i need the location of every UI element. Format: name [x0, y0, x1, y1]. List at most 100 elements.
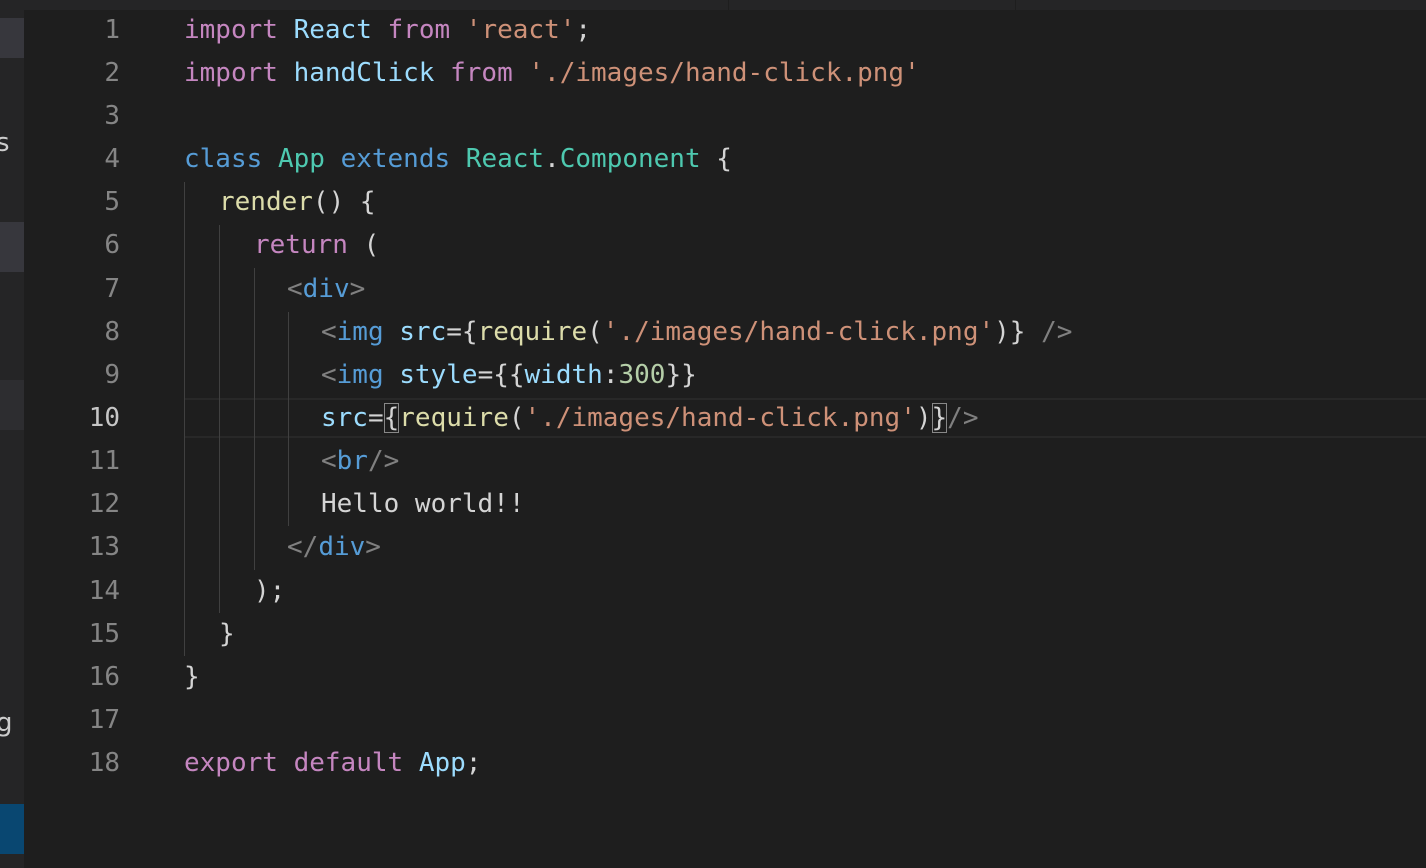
- token-function: require: [399, 403, 509, 433]
- token-punct: ={: [446, 317, 478, 347]
- token-number: 300: [618, 360, 666, 390]
- indent-guide: [219, 225, 220, 613]
- token-class-name: App: [277, 144, 325, 174]
- token-punct: ;: [575, 15, 592, 45]
- token-tag: img: [336, 317, 384, 347]
- token-class-name: React: [465, 144, 545, 174]
- token-keyword: return: [254, 230, 348, 260]
- token-punct: () {: [312, 187, 376, 217]
- token-string: './images/hand-click.png': [528, 58, 920, 88]
- line-number: 16: [88, 662, 120, 692]
- token-punct: }: [184, 662, 200, 692]
- token-angle: />: [367, 446, 400, 476]
- bracket-match-close: }: [931, 403, 948, 433]
- indent-guide: [254, 268, 255, 570]
- token-tag: img: [336, 360, 384, 390]
- token-identifier: React: [293, 15, 372, 45]
- line-number: 3: [104, 101, 120, 131]
- sidebar-item-active[interactable]: [0, 804, 24, 854]
- code-line-10[interactable]: src={require('./images/hand-click.png')}…: [321, 397, 978, 440]
- activity-sidebar: s g: [0, 0, 24, 868]
- token-punct: );: [254, 576, 286, 606]
- token-punct: )}: [994, 317, 1026, 347]
- token-attribute: src: [399, 317, 447, 347]
- token-punct: {: [700, 144, 732, 174]
- token-punct: (: [508, 403, 525, 433]
- line-number: 12: [88, 489, 120, 519]
- line-number-active: 10: [88, 403, 120, 433]
- token-string: 'react': [465, 15, 576, 45]
- line-number: 14: [88, 576, 120, 606]
- line-number: 6: [104, 230, 120, 260]
- token-keyword: from: [450, 58, 513, 88]
- line-number: 2: [104, 58, 120, 88]
- sidebar-label-fragment: s: [0, 128, 10, 158]
- code-line-8[interactable]: <img src={require('./images/hand-click.p…: [321, 311, 1072, 354]
- code-line-5[interactable]: render() {: [219, 181, 376, 224]
- line-number: 1: [104, 15, 120, 45]
- code-line-7[interactable]: <div>: [287, 268, 365, 311]
- code-line-2[interactable]: import handClick from './images/hand-cli…: [184, 52, 920, 95]
- line-number: 4: [104, 144, 120, 174]
- token-keyword: from: [387, 15, 451, 45]
- token-angle: <: [321, 360, 337, 390]
- token-punct: .: [544, 144, 560, 174]
- line-number: 15: [88, 619, 120, 649]
- sidebar-item-selected[interactable]: [0, 222, 24, 272]
- token-function: render: [219, 187, 313, 217]
- sidebar-item[interactable]: [0, 18, 24, 58]
- line-number: 13: [88, 532, 120, 562]
- token-keyword: extends: [340, 144, 451, 174]
- code-line-14[interactable]: );: [254, 570, 285, 613]
- code-line-9[interactable]: <img style={{width:300}}: [321, 354, 697, 397]
- token-attribute: src: [321, 403, 368, 433]
- token-punct: =: [367, 403, 384, 433]
- token-angle: >: [349, 274, 366, 304]
- token-angle: >: [365, 532, 381, 562]
- line-number: 9: [104, 360, 120, 390]
- code-line-18[interactable]: export default App;: [184, 742, 481, 785]
- code-line-12[interactable]: Hello world!!: [321, 483, 525, 526]
- code-line-11[interactable]: <br/>: [321, 440, 399, 483]
- token-class-name: Component: [559, 144, 701, 174]
- line-number: 7: [104, 274, 120, 304]
- sidebar-label-fragment: g: [0, 708, 13, 738]
- token-identifier: handClick: [293, 58, 435, 88]
- code-line-1[interactable]: import React from 'react';: [184, 9, 591, 52]
- code-line-6[interactable]: return (: [254, 224, 379, 267]
- token-angle: />: [1041, 317, 1073, 347]
- indent-guide: [184, 182, 185, 656]
- token-punct: :: [602, 360, 619, 390]
- token-keyword: export: [184, 748, 278, 778]
- line-number: 11: [88, 446, 120, 476]
- token-punct: ;: [465, 748, 482, 778]
- token-tag: div: [318, 532, 366, 562]
- token-angle: <: [321, 446, 337, 476]
- code-line-16[interactable]: }: [184, 656, 200, 699]
- line-number: 17: [88, 705, 120, 735]
- code-line-4[interactable]: class App extends React.Component {: [184, 138, 732, 181]
- bracket-match-open: {: [383, 403, 400, 433]
- token-keyword: default: [293, 748, 404, 778]
- token-tag: br: [336, 446, 368, 476]
- token-punct: }: [219, 619, 235, 649]
- code-line-15[interactable]: }: [219, 613, 235, 656]
- line-number: 8: [104, 317, 120, 347]
- code-line-13[interactable]: </div>: [287, 526, 381, 569]
- token-tag: div: [302, 274, 350, 304]
- token-function: require: [477, 317, 588, 347]
- code-editor[interactable]: 1 2 3 4 5 6 7 8 9 10 11 12 13 14 15 16 1…: [24, 0, 1426, 868]
- sidebar-item[interactable]: [0, 380, 24, 430]
- token-punct: (: [587, 317, 603, 347]
- indent-guide: [288, 312, 289, 526]
